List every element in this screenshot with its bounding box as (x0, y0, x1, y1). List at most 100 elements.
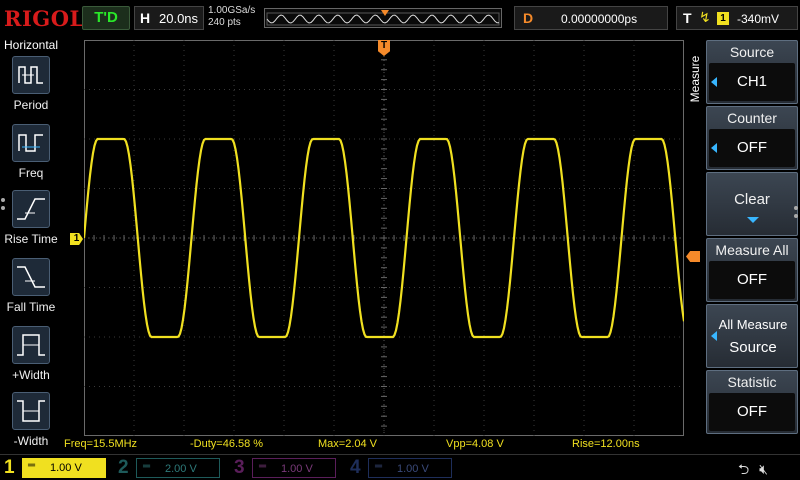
fall-time-icon (12, 258, 50, 296)
graticule (84, 40, 684, 436)
dc-coupling-icon: ═ (375, 461, 383, 472)
channel-4-box[interactable]: 4 ═ 1.00 V (346, 457, 456, 479)
counter-value: OFF (709, 129, 795, 167)
channel-4-settings: ═ 1.00 V (368, 458, 452, 478)
channel-3-box[interactable]: 3 ═ 1.00 V (230, 457, 340, 479)
clear-button[interactable]: Clear (706, 172, 798, 236)
measure-menu: Measure Source CH1 Counter OFF Clear Mea… (686, 38, 800, 454)
frequency-icon (12, 124, 50, 162)
sidebar-title: Horizontal (3, 38, 59, 52)
dropdown-arrow-icon (747, 217, 759, 223)
measure-rise-time-label: Rise Time (4, 232, 58, 246)
brand-logo: RIGOL (4, 6, 85, 31)
measure-menu-title: Measure (688, 55, 702, 103)
measure-negative-width[interactable]: -Width (0, 392, 62, 458)
readout-vpp[interactable]: Vpp=4.08 V (446, 438, 504, 450)
speaker-muted-icon: 🔇︎ (759, 461, 768, 477)
measure-all-button[interactable]: Measure All OFF (706, 238, 798, 302)
measure-all-label: Measure All (715, 242, 789, 258)
system-status-icons: ⮌ 🔇︎ (738, 459, 768, 480)
channel-4-scale: 1.00 V (397, 463, 429, 475)
select-arrow-icon (711, 77, 717, 87)
rising-edge-icon: ↯ (699, 9, 711, 25)
counter-label: Counter (727, 110, 777, 126)
timebase-box[interactable]: H 20.0ns (134, 6, 204, 30)
trigger-level: -340mV (737, 12, 780, 26)
delay-value: 0.00000000ps (561, 12, 638, 26)
channel-3-scale: 1.00 V (281, 463, 313, 475)
period-icon (12, 56, 50, 94)
channel-2-scale: 2.00 V (165, 463, 197, 475)
channel-3-settings: ═ 1.00 V (252, 458, 336, 478)
rise-time-icon (12, 190, 50, 228)
channel-bar: 1 ═ 1.00 V 2 ═ 2.00 V 3 ═ 1.00 V 4 ═ 1.0… (0, 454, 800, 480)
run-state-badge[interactable]: T'D (82, 6, 130, 30)
timebase-value: 20.0ns (159, 11, 199, 26)
memory-overview-graphic (266, 10, 500, 26)
ch1-offset-label: 1 (73, 233, 80, 244)
readout-max[interactable]: Max=2.04 V (318, 438, 377, 450)
ch1-offset-marker[interactable]: 1 (70, 233, 83, 245)
select-arrow-icon (711, 331, 717, 341)
channel-1-scale: 1.00 V (50, 462, 82, 474)
all-measure-source-button[interactable]: All Measure Source (706, 304, 798, 368)
trigger-source-badge: 1 (717, 12, 729, 25)
measure-rise-time[interactable]: Rise Time (0, 190, 62, 256)
channel-1-box[interactable]: 1 ═ 1.00 V (0, 457, 108, 479)
menu-scroll-indicator (794, 206, 798, 222)
positive-width-icon (12, 326, 50, 364)
channel-2-number: 2 (118, 457, 129, 478)
measure-freq[interactable]: Freq (0, 124, 62, 190)
readout-rise[interactable]: Rise=12.00ns (572, 438, 640, 450)
dc-coupling-icon: ═ (143, 461, 151, 472)
dc-coupling-icon: ═ (28, 460, 36, 471)
measure-fall-time-label: Fall Time (6, 300, 56, 314)
measurement-readout-bar: Freq=15.5MHz -Duty=46.58 % Max=2.04 V Vp… (62, 437, 686, 454)
sample-rate: 1.00GSa/s (208, 5, 256, 16)
sidebar-scroll-indicator (1, 198, 7, 214)
trigger-position-label: T (380, 40, 388, 51)
channel-4-number: 4 (350, 457, 361, 478)
memory-depth: 240 pts (208, 17, 241, 28)
measure-all-value: OFF (709, 261, 795, 299)
measure-freq-label: Freq (18, 166, 44, 180)
readout-duty[interactable]: -Duty=46.58 % (190, 438, 263, 450)
statistic-value: OFF (709, 393, 795, 431)
measure-positive-width-label: +Width (12, 368, 50, 382)
channel-3-number: 3 (234, 457, 245, 478)
source-label: Source (729, 44, 775, 60)
trigger-label: T (683, 10, 692, 26)
statistic-label: Statistic (727, 374, 777, 390)
measure-positive-width[interactable]: +Width (0, 326, 62, 392)
channel-1-settings: ═ 1.00 V (22, 458, 106, 478)
dc-coupling-icon: ═ (259, 461, 267, 472)
channel-1-number: 1 (4, 457, 15, 478)
memory-overview (264, 8, 502, 28)
source-value: CH1 (709, 63, 795, 101)
source-button[interactable]: Source CH1 (706, 40, 798, 104)
top-status-bar: RIGOL T'D H 20.0ns 1.00GSa/s 240 pts D 0… (0, 0, 800, 36)
measurement-sidebar: Horizontal Period Freq Rise Time Fall Ti… (0, 36, 62, 454)
all-measure-source-line2: Source (729, 339, 777, 356)
measure-period[interactable]: Period (0, 56, 62, 122)
channel-2-box[interactable]: 2 ═ 2.00 V (114, 457, 224, 479)
delay-label: D (523, 10, 534, 26)
clear-label: Clear (734, 191, 770, 208)
measure-fall-time[interactable]: Fall Time (0, 258, 62, 324)
negative-width-icon (12, 392, 50, 430)
brand-text: RIGOL (4, 6, 85, 31)
all-measure-source-line1: All Measure (718, 317, 788, 332)
select-arrow-icon (711, 143, 717, 153)
delay-box[interactable]: D 0.00000000ps (514, 6, 668, 30)
timebase-label: H (140, 10, 151, 26)
trigger-box[interactable]: T ↯ 1 -340mV (676, 6, 798, 30)
waveform-display[interactable] (84, 40, 684, 436)
channel-2-settings: ═ 2.00 V (136, 458, 220, 478)
acquisition-info: 1.00GSa/s 240 pts (208, 5, 255, 29)
counter-button[interactable]: Counter OFF (706, 106, 798, 170)
measure-negative-width-label: -Width (13, 434, 49, 448)
readout-freq[interactable]: Freq=15.5MHz (64, 438, 137, 450)
measure-menu-tab: Measure (686, 38, 704, 454)
measure-period-label: Period (13, 98, 49, 112)
statistic-button[interactable]: Statistic OFF (706, 370, 798, 434)
